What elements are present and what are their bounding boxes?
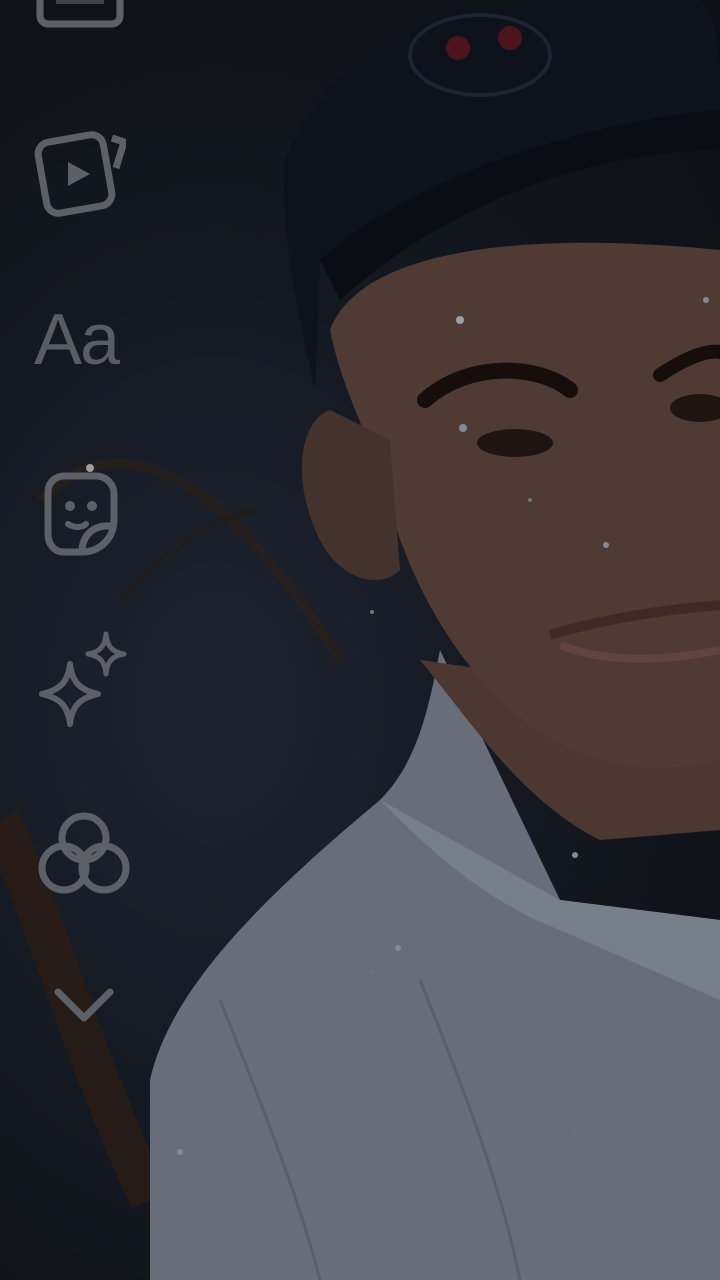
- sticker-button[interactable]: [34, 470, 134, 560]
- reels-button[interactable]: [34, 128, 134, 218]
- sparkles-icon: [34, 630, 134, 740]
- story-tools-toolbar: Aa: [0, 0, 170, 1280]
- effects-button[interactable]: [34, 630, 134, 740]
- gallery-button[interactable]: [34, 0, 134, 30]
- more-tools-button[interactable]: [34, 980, 134, 1030]
- filters-button[interactable]: [34, 810, 134, 900]
- chevron-down-icon: [34, 980, 134, 1030]
- text-tool-button[interactable]: Aa: [34, 300, 134, 380]
- reels-icon: [34, 128, 126, 218]
- filters-icon: [34, 810, 134, 900]
- text-icon: Aa: [34, 300, 120, 380]
- gallery-icon: [34, 0, 126, 30]
- sticker-icon: [34, 470, 126, 560]
